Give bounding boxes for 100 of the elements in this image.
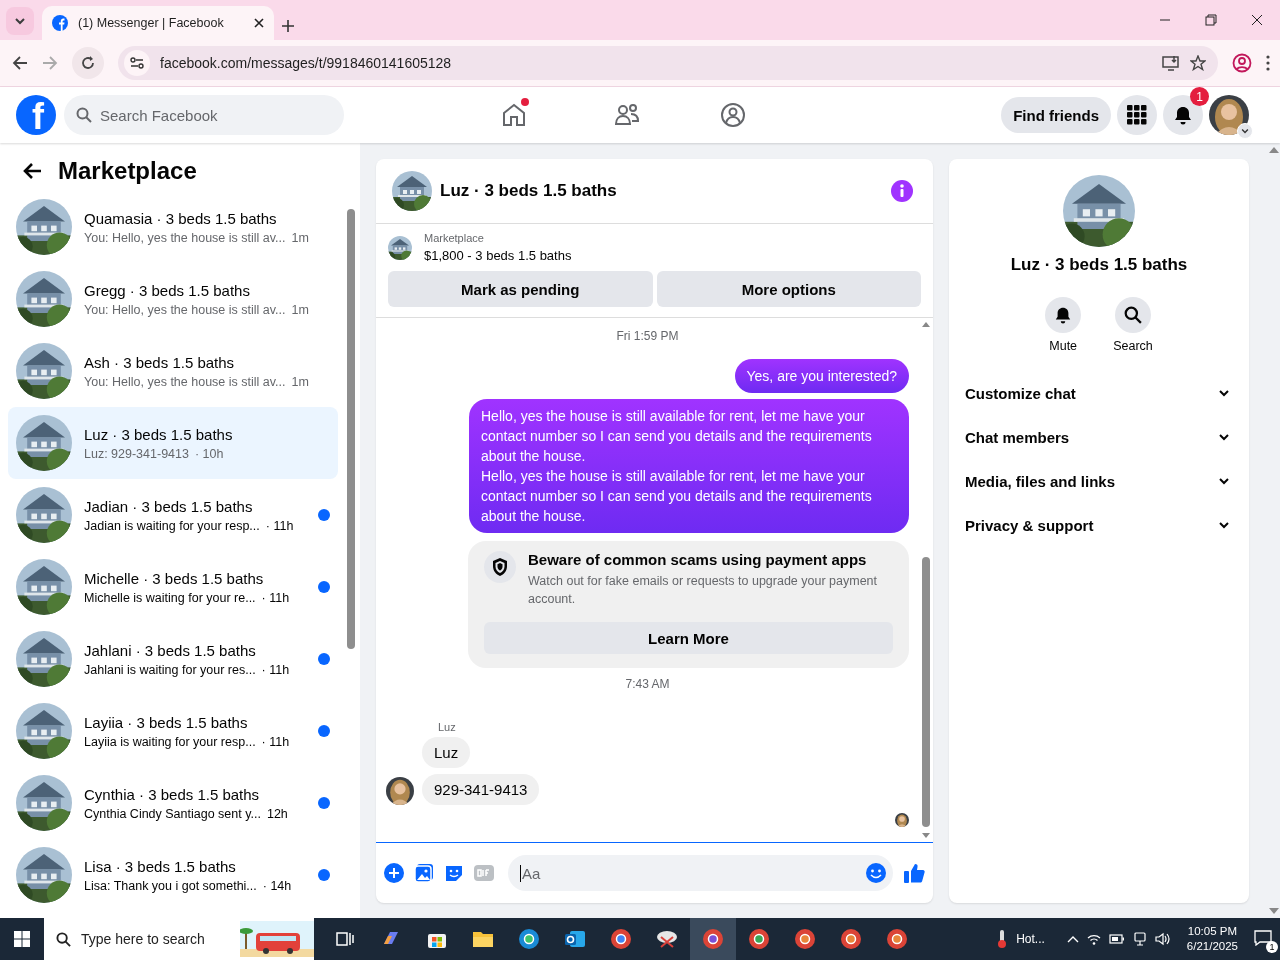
install-icon[interactable]: [1162, 55, 1180, 71]
clock[interactable]: 10:05 PM 6/21/2025: [1186, 924, 1238, 954]
listing-title: $1,800 - 3 beds 1.5 baths: [424, 248, 572, 263]
browser-tab[interactable]: (1) Messenger | Facebook: [42, 6, 274, 40]
conversation-item[interactable]: Jadian · 3 beds 1.5 baths Jadian is waiting for your resp... · 11h: [8, 479, 338, 551]
star-icon[interactable]: [1190, 55, 1206, 71]
action-button[interactable]: [1045, 297, 1082, 333]
groups-icon[interactable]: [720, 102, 746, 128]
conversation-item[interactable]: Lisa · 3 beds 1.5 baths Lisa: Thank you i got somethi... · 14h: [8, 839, 338, 911]
message-time: · 11h: [265, 518, 294, 533]
conversation-item[interactable]: Quamasia · 3 beds 1.5 baths You: Hello, yes the house is still av... 1m: [8, 191, 338, 263]
volume-icon[interactable]: [1154, 932, 1171, 946]
tab-list-button[interactable]: [6, 7, 34, 35]
action-label: Mute: [1049, 339, 1078, 353]
reload-button[interactable]: [72, 47, 104, 79]
taskbar-search-field[interactable]: Type here to search: [44, 918, 314, 960]
sticker-icon[interactable]: [444, 863, 464, 883]
conversation-name: Michelle · 3 beds 1.5 baths: [84, 569, 265, 587]
message-time: 1m: [291, 230, 309, 245]
conversation-item[interactable]: Michelle · 3 beds 1.5 baths Michelle is waiting for your re... · 11h: [8, 551, 338, 623]
mail-icon[interactable]: [564, 929, 586, 949]
account-button[interactable]: [1209, 95, 1249, 135]
thumbs-up-icon[interactable]: [903, 862, 925, 884]
browser-icon[interactable]: [840, 928, 862, 950]
people-icon[interactable]: [614, 102, 640, 128]
home-icon[interactable]: [501, 102, 527, 128]
browser-icon[interactable]: [610, 928, 632, 950]
browser-icon[interactable]: [702, 928, 724, 950]
conversation-item[interactable]: Gregg · 3 beds 1.5 baths You: Hello, yes the house is still av... 1m: [8, 263, 338, 335]
scroll-up-icon[interactable]: [1269, 147, 1279, 153]
browser-icon[interactable]: [794, 928, 816, 950]
warning-text: Watch out for fake emails or requests to upgrade your payment account.: [528, 573, 879, 608]
sent-message: Yes, are you interested?: [734, 359, 909, 393]
action-label: Search: [1113, 339, 1153, 353]
learn-more-button[interactable]: Learn More: [484, 622, 893, 654]
address-bar[interactable]: facebook.com/messages/t/9918460141605128: [118, 46, 1218, 80]
info-icon[interactable]: [891, 180, 913, 202]
action-button[interactable]: [1115, 297, 1151, 333]
section-toggle[interactable]: Customize chat: [957, 371, 1241, 415]
message-preview: You: Hello, yes the house is still av...: [84, 302, 286, 317]
search-field[interactable]: Search Facebook: [64, 95, 344, 135]
close-icon[interactable]: [254, 18, 264, 28]
restore-icon[interactable]: [1205, 14, 1217, 26]
find-friends-button[interactable]: Find friends: [1001, 97, 1111, 133]
add-icon[interactable]: [384, 863, 404, 883]
chevron-up-icon[interactable]: [1066, 935, 1079, 943]
conversation-item[interactable]: Ash · 3 beds 1.5 baths You: Hello, yes the house is still av... 1m: [8, 335, 338, 407]
thermometer-icon[interactable]: [996, 929, 1009, 949]
conversation-item[interactable]: Jahlani · 3 beds 1.5 baths Jahlani is waiting for your res... · 11h: [8, 623, 338, 695]
emoji-icon[interactable]: [865, 862, 887, 884]
browser-icon[interactable]: [748, 928, 770, 950]
scroll-down-icon[interactable]: [922, 833, 930, 838]
listing-action-button[interactable]: Mark as pending: [388, 271, 653, 307]
back-icon[interactable]: [22, 161, 42, 181]
weather-text[interactable]: Hot...: [1016, 932, 1045, 946]
conversation-item[interactable]: Cynthia · 3 beds 1.5 baths Cynthia Cindy Santiago sent y... 12h: [8, 767, 338, 839]
new-tab-icon[interactable]: [282, 20, 294, 32]
search-icon: [1124, 306, 1142, 324]
wifi-icon[interactable]: [1086, 933, 1101, 945]
listing-action-button[interactable]: More options: [656, 271, 921, 307]
notification-badge: 1: [1190, 87, 1209, 106]
conversation-item[interactable]: Layiia · 3 beds 1.5 baths Layiia is waiting for your resp... · 11h: [8, 695, 338, 767]
back-icon[interactable]: [12, 55, 28, 71]
message-time: · 14h: [262, 878, 292, 893]
battery-icon[interactable]: [1108, 934, 1125, 944]
scroll-down-icon[interactable]: [1269, 908, 1279, 914]
browser-icon[interactable]: [518, 928, 540, 950]
contact-name: Luz · 3 beds 1.5 baths: [1010, 255, 1188, 275]
section-title: Media, files and links: [965, 472, 1116, 490]
menu-icon[interactable]: [1266, 55, 1270, 71]
folder-icon[interactable]: [472, 930, 494, 948]
menu-button[interactable]: [1117, 95, 1157, 135]
browser-icon[interactable]: [886, 928, 908, 950]
message-preview: You: Hello, yes the house is still av...: [84, 230, 286, 245]
windows-icon[interactable]: [14, 931, 30, 947]
sent-message: Hello, yes the house is still available for rent, let me have your contact number so I can send you details and the requirements about the house. Hello, yes the house is still available for rent, let me have your contact number so I can send you details and the requirements about the house.: [469, 399, 909, 533]
conversation-name: Gregg · 3 beds 1.5 baths: [84, 281, 251, 299]
message-preview: Layiia is waiting for your resp...: [84, 734, 256, 749]
notification-center-icon[interactable]: [1254, 929, 1272, 946]
section-toggle[interactable]: Media, files and links: [957, 459, 1241, 503]
section-toggle[interactable]: Chat members: [957, 415, 1241, 459]
tune-icon[interactable]: [130, 56, 144, 70]
profile-icon[interactable]: [1232, 53, 1252, 73]
task-view-icon[interactable]: [336, 931, 354, 947]
message-field[interactable]: Aa: [508, 855, 893, 891]
message-preview: Jadian is waiting for your resp...: [84, 518, 260, 533]
logo[interactable]: f: [16, 95, 56, 135]
warning-title: Beware of common scams using payment apps: [528, 551, 868, 568]
photo-icon[interactable]: [414, 863, 434, 883]
scroll-up-icon[interactable]: [922, 322, 930, 327]
section-title: Chat members: [965, 428, 1070, 446]
favicon-icon: [52, 15, 68, 31]
timestamp: Fri 1:59 PM: [616, 329, 679, 343]
close-icon[interactable]: [1251, 14, 1263, 26]
message-time: · 11h: [261, 734, 290, 749]
message-time: · 11h: [261, 662, 290, 677]
section-toggle[interactable]: Privacy & support: [957, 503, 1241, 547]
conversation-item[interactable]: Luz · 3 beds 1.5 baths Luz: 929-341-9413 · 10h: [8, 407, 338, 479]
message-time: · 11h: [261, 590, 290, 605]
message-time: 12h: [266, 806, 288, 821]
